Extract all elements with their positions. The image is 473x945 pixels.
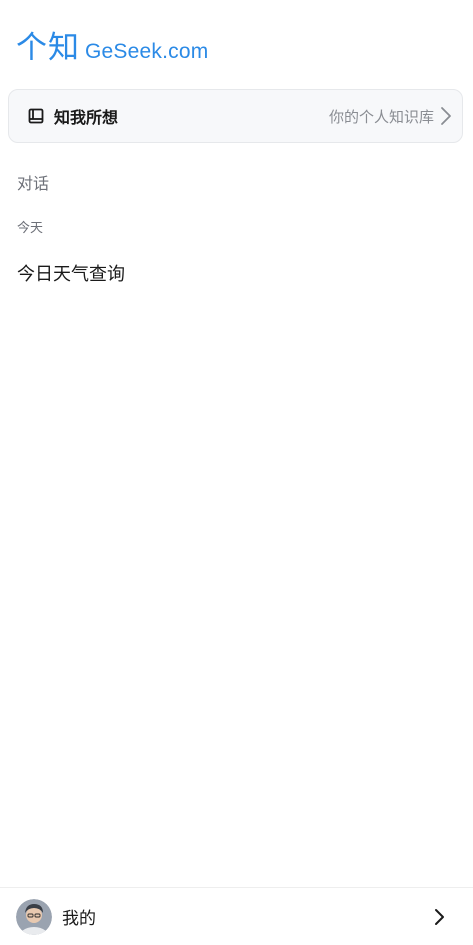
profile-footer[interactable]: 我的: [0, 887, 473, 945]
conversations-section-label: 对话: [17, 174, 50, 193]
logo-domain-text: GeSeek.com: [85, 40, 209, 63]
knowledge-base-card[interactable]: 知我所想 你的个人知识库: [8, 89, 463, 143]
profile-label: 我的: [62, 909, 96, 929]
knowledge-base-subtitle: 你的个人知识库: [328, 107, 434, 126]
chevron-right-icon: [433, 908, 445, 926]
knowledge-base-title: 知我所想: [54, 108, 119, 127]
conversation-item[interactable]: 今日天气查询: [17, 260, 125, 286]
book-icon: [28, 108, 44, 124]
app-logo: 个知 GeSeek.com: [16, 26, 208, 66]
conversation-group-label: 今天: [17, 221, 44, 236]
logo-chinese-text: 个知: [16, 30, 80, 66]
avatar: [16, 898, 52, 935]
chevron-right-icon: [440, 106, 452, 126]
